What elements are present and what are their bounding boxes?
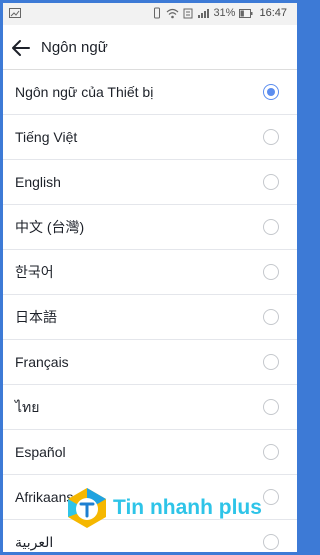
language-label: Français [15, 354, 69, 370]
battery-percent: 31% [213, 7, 236, 19]
language-row[interactable]: Tiếng Việt [3, 115, 297, 160]
language-label: Tiếng Việt [15, 129, 78, 145]
screen: 31% 16:47 Ngôn ngữ Ngôn ngữ của Thiết bị… [3, 3, 297, 552]
language-label: English [15, 174, 61, 190]
language-label: 中文 (台灣) [15, 219, 85, 235]
data-saver-icon [183, 8, 193, 18]
language-label: 한국어 [15, 264, 54, 280]
watermark-logo-icon [68, 488, 106, 528]
status-bar: 31% 16:47 [3, 3, 297, 25]
language-label: Ngôn ngữ của Thiết bị [15, 84, 154, 100]
language-row[interactable]: Español [3, 430, 297, 475]
signal-icon [198, 8, 210, 18]
radio-button[interactable] [263, 219, 279, 235]
radio-button[interactable] [263, 309, 279, 325]
language-label: العربية [15, 534, 54, 550]
language-label: ไทย [15, 399, 40, 415]
screenshot-notification-icon [9, 8, 21, 18]
language-label: Español [15, 444, 66, 460]
radio-button[interactable] [263, 84, 279, 100]
language-row[interactable]: ไทย [3, 385, 297, 430]
page-title: Ngôn ngữ [41, 39, 108, 56]
language-row[interactable]: English [3, 160, 297, 205]
vibrate-icon [154, 7, 161, 19]
language-label: 日本語 [15, 309, 57, 325]
language-row[interactable]: 한국어 [3, 250, 297, 295]
wifi-icon [167, 8, 179, 18]
radio-button[interactable] [263, 174, 279, 190]
language-row[interactable]: Français [3, 340, 297, 385]
app-bar: Ngôn ngữ [3, 25, 297, 70]
battery-icon [239, 8, 253, 18]
radio-button[interactable] [263, 129, 279, 145]
radio-button[interactable] [263, 264, 279, 280]
watermark-text: Tin nhanh plus [113, 496, 262, 519]
watermark: Tin nhanh plus [65, 483, 262, 533]
language-row[interactable]: Ngôn ngữ của Thiết bị [3, 70, 297, 115]
radio-button[interactable] [263, 399, 279, 415]
radio-button[interactable] [263, 354, 279, 370]
clock: 16:47 [259, 7, 287, 19]
language-row[interactable]: 中文 (台灣) [3, 205, 297, 250]
radio-button[interactable] [263, 444, 279, 460]
radio-button[interactable] [263, 534, 279, 550]
radio-button[interactable] [263, 489, 279, 505]
language-list: Ngôn ngữ của Thiết bị Tiếng Việt English… [3, 70, 297, 552]
language-row[interactable]: 日本語 [3, 295, 297, 340]
back-arrow-icon[interactable] [10, 37, 32, 59]
